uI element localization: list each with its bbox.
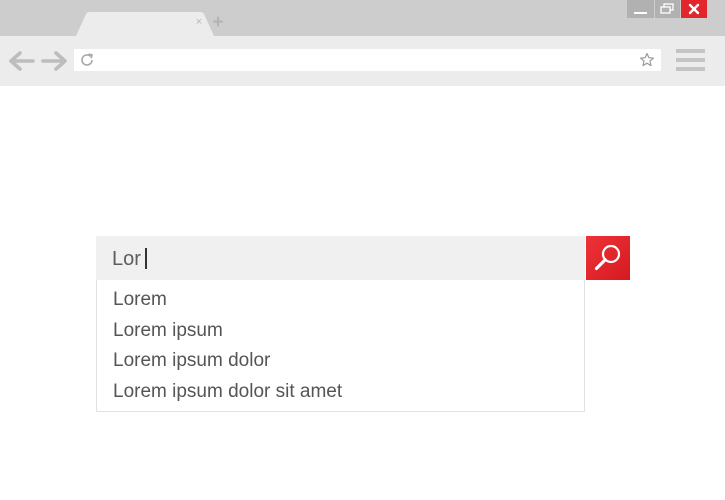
minimize-icon [634,12,647,14]
address-bar[interactable] [74,49,661,71]
search-button[interactable] [586,236,630,280]
reload-icon[interactable] [79,52,95,68]
magnifier-icon [594,244,621,271]
search-query-text: Lor [112,248,141,270]
tab-strip: × + [0,0,725,36]
text-caret [144,248,147,269]
tab-close-icon[interactable]: × [193,15,205,29]
search-input[interactable]: Lor [96,236,585,280]
toolbar [0,36,725,86]
suggestion-item[interactable]: Lorem ipsum [113,316,223,346]
new-tab-icon[interactable]: + [209,13,227,33]
minimize-button[interactable] [627,0,654,18]
hamburger-menu-icon[interactable] [676,48,705,72]
suggestion-item[interactable]: Lorem ipsum dolor [113,346,270,376]
suggestion-item[interactable]: Lorem [113,285,167,315]
suggestion-item[interactable]: Lorem ipsum dolor sit amet [113,377,342,407]
suggestion-list: Lorem Lorem ipsum Lorem ipsum dolor Lore… [96,280,585,412]
browser-window: × + Lor Lorem Lorem ipsum Lorem ipsum do… [0,0,725,500]
close-button[interactable] [681,0,707,18]
search-query: Lor [112,236,147,280]
browser-tab[interactable]: × [76,12,214,36]
arrow-right-icon[interactable] [40,51,68,71]
restore-icon [660,3,674,14]
star-icon[interactable] [639,52,655,68]
address-input[interactable] [100,49,630,71]
arrow-left-icon[interactable] [8,51,36,71]
close-icon [688,3,700,15]
restore-button[interactable] [655,0,680,18]
